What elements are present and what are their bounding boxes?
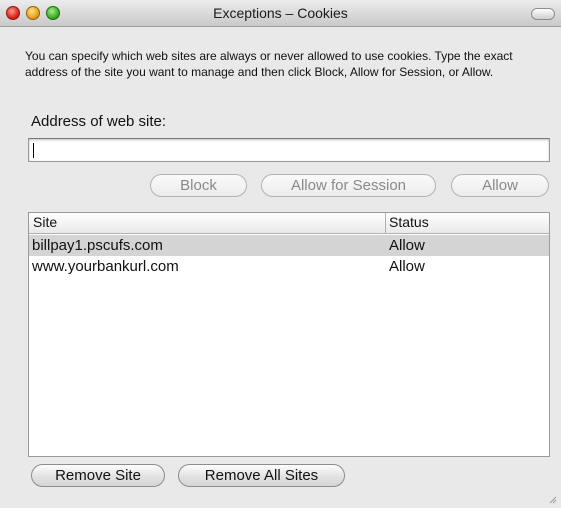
description-text: You can specify which web sites are alwa… — [25, 49, 513, 79]
table-header: Site Status — [29, 213, 549, 234]
toolbar-toggle-button[interactable] — [531, 8, 555, 20]
column-divider — [385, 213, 386, 233]
remove-all-sites-button[interactable]: Remove All Sites — [178, 464, 345, 487]
column-header-status[interactable]: Status — [389, 214, 429, 230]
title-bar[interactable]: Exceptions – Cookies — [0, 0, 561, 27]
status-cell: Allow — [389, 237, 425, 254]
table-row[interactable]: www.yourbankurl.com Allow — [29, 256, 549, 277]
exceptions-cookies-window: Exceptions – Cookies You can specify whi… — [0, 0, 561, 508]
allow-for-session-button[interactable]: Allow for Session — [261, 174, 436, 197]
site-cell: www.yourbankurl.com — [32, 258, 179, 275]
site-cell: billpay1.pscufs.com — [32, 237, 163, 254]
allow-button[interactable]: Allow — [451, 174, 549, 197]
address-label: Address of web site: — [31, 113, 167, 130]
address-input[interactable] — [28, 138, 550, 162]
resize-grip-icon[interactable] — [547, 494, 557, 504]
window-title: Exceptions – Cookies — [213, 5, 348, 21]
block-button[interactable]: Block — [150, 174, 247, 197]
column-header-site[interactable]: Site — [33, 214, 57, 230]
remove-site-button[interactable]: Remove Site — [31, 464, 165, 487]
text-caret — [33, 143, 34, 158]
exceptions-table[interactable]: Site Status billpay1.pscufs.com Allow ww… — [28, 212, 550, 457]
table-row[interactable]: billpay1.pscufs.com Allow — [29, 235, 549, 256]
status-cell: Allow — [389, 258, 425, 275]
